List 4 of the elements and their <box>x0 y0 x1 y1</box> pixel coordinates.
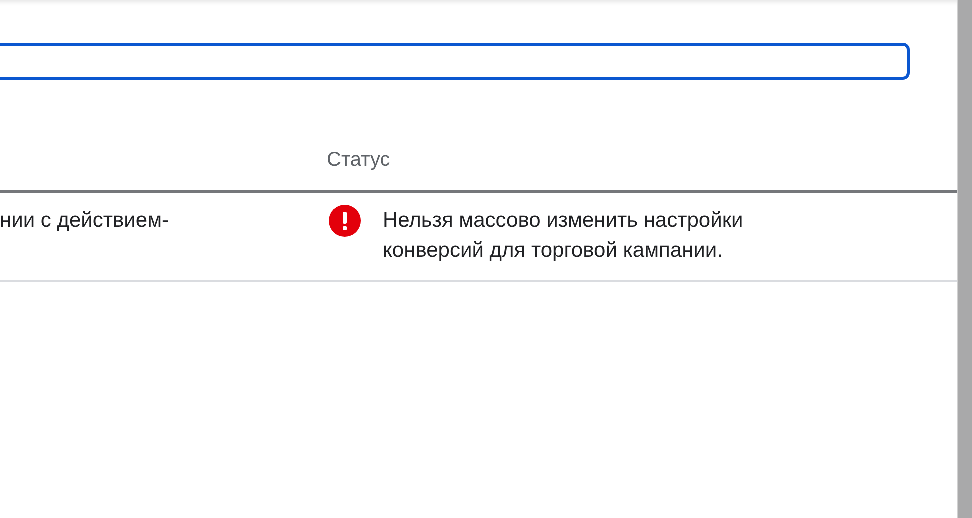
input-field[interactable] <box>0 43 910 80</box>
status-message: Нельзя массово изменить настройки конверсий для торговой кампании. <box>383 208 744 264</box>
table-cell: нии с действием- <box>0 209 170 232</box>
column-header: Статус <box>327 148 392 173</box>
